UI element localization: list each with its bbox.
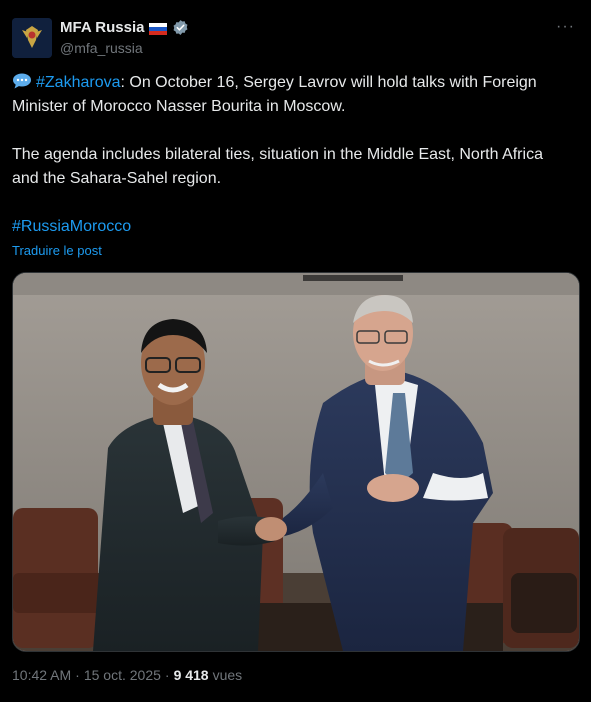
more-options-button[interactable]: ··· bbox=[556, 18, 575, 36]
post-paragraph-1: #Zakharova: On October 16, Sergey Lavrov… bbox=[12, 71, 572, 119]
post-time[interactable]: 10:42 AM bbox=[12, 667, 71, 683]
photo-two-men-handshake bbox=[13, 273, 579, 651]
verified-badge-icon[interactable] bbox=[172, 19, 189, 36]
post-date[interactable]: 15 oct. 2025 bbox=[84, 667, 161, 683]
speech-balloon-icon bbox=[12, 73, 32, 89]
separator-dot: · bbox=[164, 667, 170, 683]
views-count: 9 418 bbox=[173, 667, 209, 683]
coat-of-arms-icon bbox=[12, 18, 52, 58]
post-metadata: 10:42 AM · 15 oct. 2025 · 9 418 vues bbox=[12, 667, 242, 683]
avatar[interactable] bbox=[12, 18, 52, 58]
separator-dot: · bbox=[75, 667, 80, 683]
translate-post-link[interactable]: Traduire le post bbox=[12, 243, 102, 258]
hashtag-zakharova-link[interactable]: #Zakharova bbox=[36, 74, 121, 91]
name-row: MFA Russia bbox=[60, 19, 189, 36]
post-paragraph-2: The agenda includes bilateral ties, situ… bbox=[12, 146, 543, 187]
hashtag-russiamorocco-link[interactable]: #RussiaMorocco bbox=[12, 218, 131, 235]
post-photo[interactable] bbox=[12, 272, 580, 652]
views-label: vues bbox=[212, 667, 243, 683]
account-handle[interactable]: @mfa_russia bbox=[60, 40, 143, 56]
post-text: #Zakharova: On October 16, Sergey Lavrov… bbox=[12, 71, 572, 239]
russia-flag-icon bbox=[149, 22, 168, 35]
post-header: MFA Russia @mfa_russia ··· bbox=[12, 14, 579, 58]
display-name[interactable]: MFA Russia bbox=[60, 19, 144, 36]
